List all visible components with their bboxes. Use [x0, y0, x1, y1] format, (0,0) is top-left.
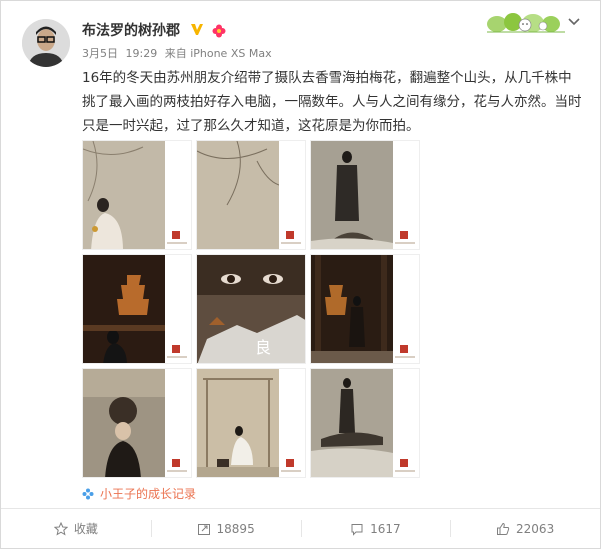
album-label[interactable]: 小王子的成长记录	[100, 485, 196, 502]
comment-count: 1617	[370, 521, 401, 536]
star-icon	[53, 521, 68, 536]
repost-icon	[197, 523, 210, 535]
album-link[interactable]: 小王子的成长记录	[82, 485, 196, 502]
comment-icon	[351, 523, 363, 536]
repost-button[interactable]: 18895	[150, 509, 301, 548]
image-grid: 良	[82, 140, 422, 478]
username[interactable]: 布法罗的树孙郡	[82, 20, 180, 40]
post-image-3[interactable]	[310, 140, 420, 250]
post-content: 16年的冬天由苏州朋友介绍带了摄队去香雪海拍梅花，翻遍整个山头，从几千株中挑了最…	[82, 70, 582, 134]
post-image-1[interactable]	[82, 140, 192, 250]
thumbs-up-icon	[497, 522, 510, 535]
card-decoration-icon	[487, 13, 565, 33]
weibo-post-card: 布法罗的树孙郡 3月5日 19:29 来自 iPhone XS Max 16年的…	[0, 0, 601, 549]
post-source: 来自 iPhone XS Max	[164, 47, 272, 60]
favorite-button[interactable]: 收藏	[1, 509, 151, 548]
post-image-5[interactable]: 良	[196, 254, 306, 364]
flower-badge-icon[interactable]	[212, 24, 226, 38]
post-image-7[interactable]	[82, 368, 192, 478]
post-image-2[interactable]	[196, 140, 306, 250]
album-icon	[82, 488, 94, 499]
post-image-4[interactable]	[82, 254, 192, 364]
post-date[interactable]: 3月5日	[82, 47, 118, 60]
comment-button[interactable]: 1617	[300, 509, 451, 548]
post-image-9[interactable]	[310, 368, 420, 478]
svg-text:良: 良	[255, 338, 271, 357]
like-count: 22063	[516, 521, 555, 536]
like-button[interactable]: 22063	[450, 509, 600, 548]
verified-v-icon[interactable]	[190, 22, 204, 36]
avatar[interactable]	[22, 19, 70, 67]
action-bar: 收藏 18895 1617 22063	[1, 509, 600, 548]
favorite-label: 收藏	[73, 522, 98, 536]
post-meta: 3月5日 19:29 来自 iPhone XS Max	[82, 45, 276, 61]
post-image-6[interactable]	[310, 254, 420, 364]
repost-count: 18895	[216, 521, 255, 536]
chevron-down-icon[interactable]	[567, 17, 581, 27]
post-image-8[interactable]	[196, 368, 306, 478]
post-time[interactable]: 19:29	[126, 47, 158, 60]
